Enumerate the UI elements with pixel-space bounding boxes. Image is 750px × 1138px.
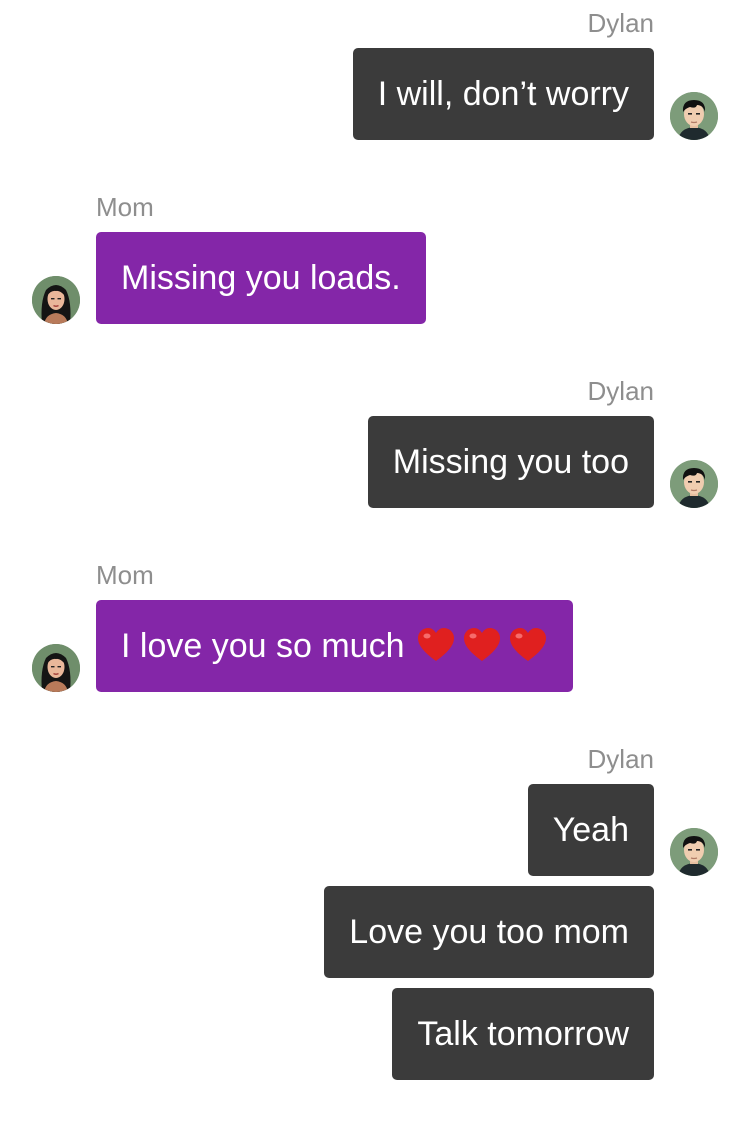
message-bubble-dylan[interactable]: I will, don’t worry bbox=[352, 48, 654, 140]
red-heart-icon bbox=[418, 628, 455, 662]
message-bubble-dylan[interactable]: Love you too mom bbox=[324, 886, 654, 978]
dylan-avatar-icon[interactable] bbox=[670, 92, 718, 140]
message-text: I love you so much bbox=[121, 627, 405, 665]
message-bubble-dylan[interactable]: Missing you too bbox=[367, 416, 654, 508]
message-bubble-dylan[interactable]: Talk tomorrow bbox=[392, 988, 654, 1080]
dylan-avatar-icon[interactable] bbox=[670, 828, 718, 876]
mom-avatar-icon[interactable] bbox=[32, 644, 80, 692]
message-bubble-mom[interactable]: Missing you loads. bbox=[96, 232, 426, 324]
sender-name-dylan: Dylan bbox=[587, 376, 654, 406]
message-bubble-mom[interactable]: I love you so much bbox=[96, 600, 574, 692]
sender-name-mom: Mom bbox=[96, 560, 154, 590]
red-heart-icon bbox=[510, 628, 547, 662]
message-bubble-dylan[interactable]: Yeah bbox=[527, 784, 654, 876]
mom-avatar-icon[interactable] bbox=[32, 276, 80, 324]
sender-name-mom: Mom bbox=[96, 192, 154, 222]
dylan-avatar-icon[interactable] bbox=[670, 460, 718, 508]
sender-name-dylan: Dylan bbox=[587, 744, 654, 774]
sender-name-dylan: Dylan bbox=[587, 8, 654, 38]
red-heart-icon bbox=[464, 628, 501, 662]
